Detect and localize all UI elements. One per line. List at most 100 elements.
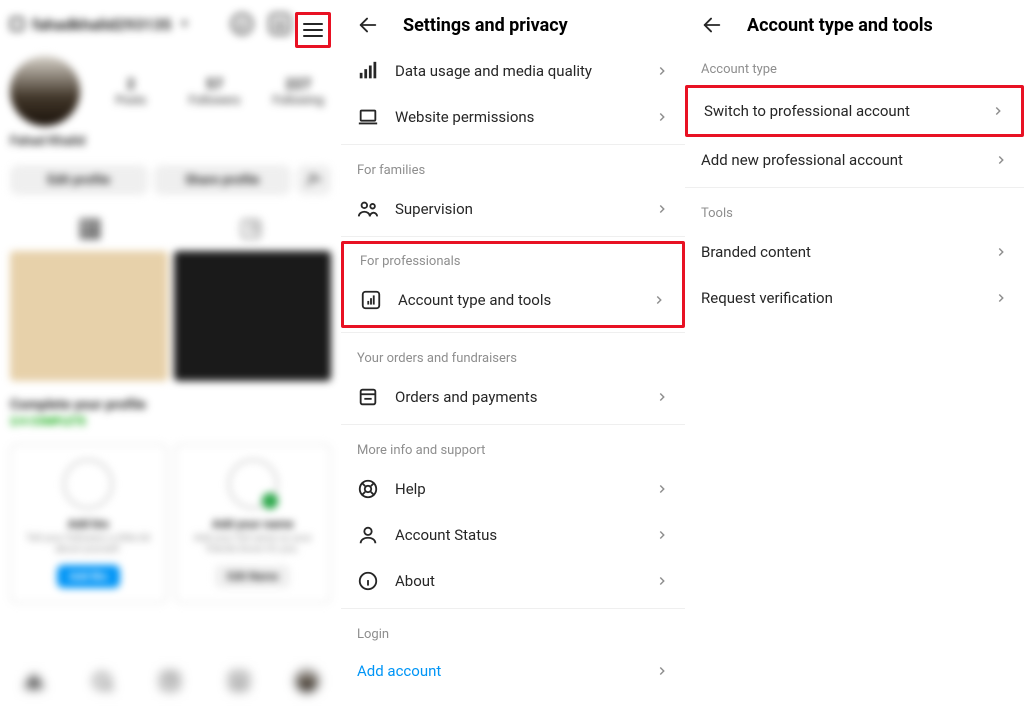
tab-tagged[interactable] xyxy=(171,219,332,243)
chevron-right-icon xyxy=(994,153,1008,167)
add-bio-button[interactable]: Add Bio xyxy=(57,565,120,588)
highlight-account-type-tools: For professionals Account type and tools xyxy=(341,241,685,328)
onboard-card-bio: Add bio Tell your followers a little bit… xyxy=(10,444,167,603)
display-name: Fahad Khalid xyxy=(10,134,331,149)
section-more: More info and support xyxy=(341,429,685,466)
row-label: Website permissions xyxy=(395,108,639,126)
circle-target-icon xyxy=(63,459,113,509)
supervision-icon xyxy=(357,198,379,220)
row-switch-professional[interactable]: Switch to professional account xyxy=(688,88,1021,134)
section-professionals: For professionals xyxy=(344,246,682,277)
grid-icon xyxy=(80,219,100,239)
home-icon[interactable] xyxy=(23,670,45,692)
row-label: Request verification xyxy=(701,289,982,307)
post-thumbnail[interactable] xyxy=(10,251,168,381)
row-about[interactable]: About xyxy=(341,558,685,604)
data-usage-icon xyxy=(357,60,379,82)
laptop-icon xyxy=(357,106,379,128)
row-label: Supervision xyxy=(395,200,639,218)
section-tools: Tools xyxy=(685,192,1024,229)
chevron-right-icon xyxy=(994,245,1008,259)
row-label: About xyxy=(395,572,639,590)
row-label: Data usage and media quality xyxy=(395,62,639,80)
card-text: Add your full name so your friends know … xyxy=(182,533,325,555)
stat-followers[interactable]: 57Followers xyxy=(182,75,248,107)
row-data-usage[interactable]: Data usage and media quality xyxy=(341,48,685,94)
post-thumbnail[interactable] xyxy=(174,251,332,381)
complete-profile-heading: Complete your profile xyxy=(10,397,331,413)
row-branded-content[interactable]: Branded content xyxy=(685,229,1024,275)
section-families: For families xyxy=(341,149,685,186)
chevron-right-icon xyxy=(991,104,1005,118)
discover-people-icon[interactable] xyxy=(297,165,331,195)
row-request-verification[interactable]: Request verification xyxy=(685,275,1024,321)
row-website-permissions[interactable]: Website permissions xyxy=(341,94,685,140)
help-icon xyxy=(357,478,379,500)
stat-following[interactable]: 227Following xyxy=(265,75,331,107)
row-supervision[interactable]: Supervision xyxy=(341,186,685,232)
account-type-panel: Account type and tools Account type Swit… xyxy=(685,0,1024,706)
stat-posts[interactable]: 2Posts xyxy=(98,75,164,107)
orders-icon xyxy=(357,386,379,408)
chevron-right-icon xyxy=(655,664,669,678)
chevron-right-icon xyxy=(994,291,1008,305)
divider xyxy=(341,144,685,145)
complete-profile-progress: 2/4 COMPLETE xyxy=(10,415,331,428)
row-label: Add account xyxy=(357,662,639,680)
lock-icon xyxy=(10,17,24,31)
row-help[interactable]: Help xyxy=(341,466,685,512)
row-account-status[interactable]: Account Status xyxy=(341,512,685,558)
create-icon[interactable]: + xyxy=(159,670,181,692)
back-arrow-icon[interactable] xyxy=(357,14,379,36)
bottom-nav: + xyxy=(0,656,341,706)
create-post-icon[interactable]: ＋ xyxy=(269,13,291,35)
hamburger-menu-button[interactable] xyxy=(295,12,331,48)
row-label: Orders and payments xyxy=(395,388,639,406)
row-add-account[interactable]: Add account xyxy=(341,650,685,692)
chevron-right-icon xyxy=(652,293,666,307)
search-icon[interactable] xyxy=(91,670,113,692)
profile-username[interactable]: fahadkhalid293135 xyxy=(32,15,171,34)
back-arrow-icon[interactable] xyxy=(701,14,723,36)
row-add-professional[interactable]: Add new professional account xyxy=(685,137,1024,183)
row-orders-payments[interactable]: Orders and payments xyxy=(341,374,685,420)
chevron-down-icon[interactable]: ▼ xyxy=(179,19,189,30)
avatar[interactable] xyxy=(10,56,80,126)
section-login: Login xyxy=(341,613,685,650)
about-icon xyxy=(357,570,379,592)
row-account-type-tools[interactable]: Account type and tools xyxy=(344,277,682,323)
share-profile-button[interactable]: Share profile xyxy=(154,165,292,195)
row-label: Account type and tools xyxy=(398,291,636,309)
profile-nav-avatar[interactable] xyxy=(296,670,318,692)
chevron-right-icon xyxy=(655,110,669,124)
row-label: Help xyxy=(395,480,639,498)
section-account-type: Account type xyxy=(685,48,1024,85)
profile-panel-blurred: fahadkhalid293135 ▼ @ ＋ 2Posts 57Followe… xyxy=(0,0,341,706)
chevron-right-icon xyxy=(655,202,669,216)
account-tools-icon xyxy=(360,289,382,311)
edit-profile-button[interactable]: Edit profile xyxy=(10,165,148,195)
card-text: Tell your followers a little bit about y… xyxy=(17,533,160,555)
divider xyxy=(685,187,1024,188)
threads-icon[interactable]: @ xyxy=(231,13,253,35)
tagged-icon xyxy=(241,219,261,239)
row-label: Add new professional account xyxy=(701,151,982,169)
row-label: Account Status xyxy=(395,526,639,544)
edit-name-button[interactable]: Edit Name xyxy=(215,565,290,588)
tab-grid[interactable] xyxy=(10,219,171,243)
divider xyxy=(341,236,685,237)
check-badge-icon: ✓ xyxy=(262,493,278,509)
card-title: Add your name xyxy=(182,517,325,531)
row-label: Branded content xyxy=(701,243,982,261)
settings-panel: Settings and privacy Data usage and medi… xyxy=(341,0,685,706)
settings-title: Settings and privacy xyxy=(403,15,568,36)
onboard-card-name: ✓ Add your name Add your full name so yo… xyxy=(175,444,332,603)
person-circle-icon: ✓ xyxy=(228,459,278,509)
account-type-title: Account type and tools xyxy=(747,15,933,36)
chevron-right-icon xyxy=(655,64,669,78)
chevron-right-icon xyxy=(655,528,669,542)
card-title: Add bio xyxy=(17,517,160,531)
chevron-right-icon xyxy=(655,390,669,404)
reels-icon[interactable] xyxy=(228,670,250,692)
row-label: Switch to professional account xyxy=(704,102,979,120)
